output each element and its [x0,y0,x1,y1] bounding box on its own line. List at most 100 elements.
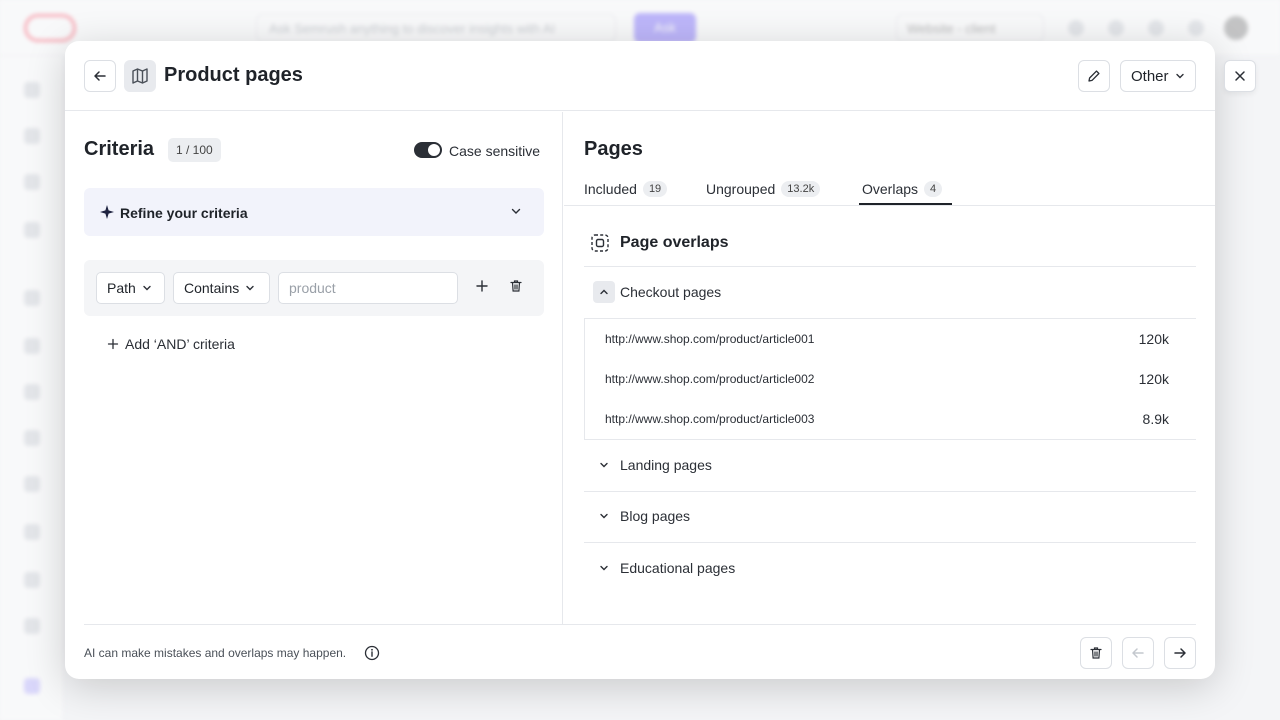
background-ask-button: Ask [634,13,696,43]
group-label: Checkout pages [620,284,722,300]
case-sensitive-toggle[interactable] [414,142,442,158]
sidebar-icon [24,338,40,354]
checkout-url-list: http://www.shop.com/product/article001 1… [584,319,1196,439]
path-dropdown[interactable]: Path [96,272,165,304]
arrow-left-icon [94,71,106,81]
collapse-toggle[interactable] [593,281,615,303]
plus-icon [107,338,119,350]
pages-panel: Pages Included 19 Ungrouped 13.2k Overla… [564,112,1215,624]
info-icon[interactable] [364,645,380,661]
background-search: Ask Semrush anything to discover insight… [256,14,616,42]
page-overlaps-header: Page overlaps [584,226,1196,267]
notifications-icon [1148,20,1164,36]
sidebar-icon [24,618,40,634]
tab-label: Ungrouped [706,181,776,197]
map-icon-badge [124,60,156,92]
background-site-selector: Website - client [896,14,1044,42]
expand-toggle[interactable] [593,505,615,527]
tab-ungrouped[interactable]: Ungrouped 13.2k [706,181,821,197]
sidebar-icon [24,128,40,144]
refine-criteria-label: Refine your criteria [120,205,248,221]
category-dropdown[interactable]: Other [1120,60,1196,92]
back-button[interactable] [84,60,116,92]
tab-label: Included [584,181,637,197]
expand-toggle[interactable] [593,454,615,476]
tab-count: 19 [642,181,668,197]
list-item[interactable]: http://www.shop.com/product/article003 8… [585,399,1177,439]
page-traffic: 120k [1138,331,1169,347]
arrow-right-icon [1174,648,1186,658]
criteria-value-input[interactable] [278,272,458,304]
sidebar-icon [24,476,40,492]
group-label: Blog pages [620,508,691,524]
plus-icon[interactable] [475,279,489,293]
page-traffic: 120k [1138,371,1169,387]
group-header[interactable]: Educational pages [584,543,1196,595]
modal-footer: AI can make mistakes and overlaps may ha… [84,624,1196,679]
apps-icon [1108,20,1124,36]
chevron-down-icon [246,285,254,291]
page-group-modal: Product pages Other Criteria 1 / 100 Cas… [65,41,1215,679]
add-and-criteria-label: Add ‘AND’ criteria [125,336,235,352]
page-url: http://www.shop.com/product/article003 [605,412,815,426]
chevron-down-icon [600,565,608,571]
overlap-icon [591,234,609,252]
list-item[interactable]: http://www.shop.com/product/article002 1… [585,359,1177,399]
operator-dropdown-label: Contains [184,280,240,296]
group-header[interactable]: Blog pages [584,491,1196,543]
operator-dropdown[interactable]: Contains [173,272,270,304]
refine-criteria-accordion[interactable]: Refine your criteria [84,188,544,236]
criteria-title: Criteria [84,138,155,160]
expand-toggle[interactable] [593,557,615,579]
group-header[interactable]: Landing pages [584,440,1196,492]
page-url: http://www.shop.com/product/article002 [605,372,815,386]
chevron-down-icon [143,285,151,291]
settings-icon [1188,20,1204,36]
add-and-criteria-button[interactable]: Add ‘AND’ criteria [107,336,235,352]
arrow-left-icon [1132,648,1144,658]
trash-icon[interactable] [509,279,523,293]
map-icon [132,68,148,84]
sidebar-icon [24,430,40,446]
edit-button[interactable] [1078,60,1110,92]
tab-included[interactable]: Included 19 [584,181,668,197]
background-sidebar [0,56,64,720]
page-overlaps-title: Page overlaps [620,234,729,251]
sidebar-icon [24,174,40,190]
criteria-count-badge: 1 / 100 [168,138,221,162]
sidebar-icon [24,678,40,694]
sidebar-icon [24,524,40,540]
group-header[interactable]: Checkout pages [584,267,1196,319]
trash-icon [1090,647,1102,659]
tab-overlaps[interactable]: Overlaps 4 [862,181,943,197]
criteria-panel: Criteria 1 / 100 Case sensitive Refine y… [65,112,563,624]
chevron-down-icon [511,208,521,214]
overlap-group-landing: Landing pages [584,439,1196,492]
group-label: Landing pages [620,457,712,473]
criteria-row: Path Contains [84,260,544,316]
modal-header: Product pages Other [65,41,1215,111]
list-item[interactable]: http://www.shop.com/product/article001 1… [585,319,1177,359]
pencil-icon [1088,70,1100,82]
sidebar-icon [24,222,40,238]
page-traffic: 8.9k [1142,411,1169,427]
pages-tabs: Included 19 Ungrouped 13.2k Overlaps 4 [564,172,1215,206]
delete-group-button[interactable] [1080,637,1112,669]
previous-button[interactable] [1122,637,1154,669]
case-sensitive-label: Case sensitive [449,143,541,159]
app-logo [24,14,76,42]
sparkle-icon [100,205,114,219]
chevron-down-icon [600,462,608,468]
close-modal-button[interactable] [1224,60,1256,92]
tab-count: 13.2k [781,181,821,197]
next-button[interactable] [1164,637,1196,669]
active-tab-indicator [859,203,952,205]
chevron-up-icon [600,289,608,295]
toggle-knob [428,144,440,156]
page-title: Product pages [164,64,303,86]
avatar [1224,16,1248,40]
sidebar-icon [24,384,40,400]
page-url: http://www.shop.com/product/article001 [605,332,815,346]
group-label: Educational pages [620,560,736,576]
sidebar-icon [24,290,40,306]
